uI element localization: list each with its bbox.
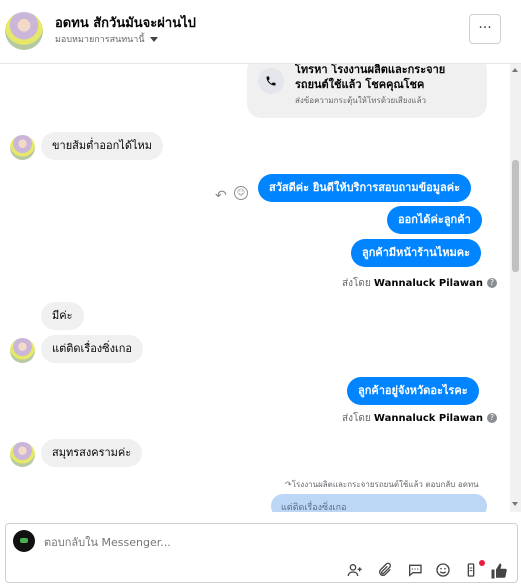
phone-icon xyxy=(258,68,284,94)
thread-scrollbar[interactable] xyxy=(510,64,521,512)
page-avatar xyxy=(13,530,35,552)
reply-context-text: โรงงานผลิตและกระจายรถยนต์ใช้แล้ว ตอบกลับ… xyxy=(291,480,479,489)
incoming-message[interactable]: มีค่ะ xyxy=(41,302,84,330)
sent-by-name: Wannaluck Pilawan xyxy=(373,413,483,424)
sent-by-prefix: ส่งโดย xyxy=(342,413,371,424)
outgoing-message[interactable]: ลูกค้ามีหน้าร้านไหมคะ xyxy=(351,239,482,267)
incoming-message[interactable]: สมุทรสงครามค่ะ xyxy=(41,439,143,467)
contact-avatar[interactable] xyxy=(10,442,35,467)
sent-by-prefix: ส่งโดย xyxy=(342,278,371,289)
outgoing-message[interactable]: ออกได้ค่ะลูกค้า xyxy=(387,206,482,234)
call-card: โทรหา โรงงานผลิตและกระจาย รถยนต์ใช้แล้ว … xyxy=(247,64,487,118)
more-options-button[interactable]: ··· xyxy=(469,14,501,44)
reply-composer xyxy=(5,523,518,583)
add-person-icon[interactable] xyxy=(346,562,364,580)
scroll-up-arrow[interactable] xyxy=(512,68,518,72)
outgoing-message[interactable]: สวัสดีค่ะ ยินดีให้บริการสอบถามข้อมูลค่ะ xyxy=(258,174,471,202)
attach-icon[interactable] xyxy=(376,562,394,580)
emoji-icon[interactable] xyxy=(434,562,452,580)
reply-context-label: ↷โรงงานผลิตและกระจายรถยนต์ใช้แล้ว ตอบกลั… xyxy=(285,480,479,489)
call-card-subtitle: ส่งข้อความกระตุ้นให้โทรด้วยเสียงแล้ว xyxy=(295,96,426,105)
contact-avatar[interactable] xyxy=(5,12,43,50)
sent-by-label: ส่งโดย Wannaluck Pilawan? xyxy=(342,411,497,426)
emoji-icon[interactable]: ☺ xyxy=(234,186,248,200)
contact-avatar[interactable] xyxy=(10,338,35,363)
contact-avatar[interactable] xyxy=(10,135,35,160)
quoted-message[interactable]: แต่ติดเรื่องซิ่งเกอ xyxy=(271,494,487,512)
incoming-message[interactable]: ขายส้มต่ำออกได้ไหม xyxy=(41,132,164,160)
tag-icon[interactable] xyxy=(462,562,480,580)
outgoing-message[interactable]: ลูกค้าอยู่จังหวัดอะไรคะ xyxy=(347,377,479,405)
sent-by-name: Wannaluck Pilawan xyxy=(373,278,483,289)
message-thread[interactable]: โทรหา โรงงานผลิตและกระจาย รถยนต์ใช้แล้ว … xyxy=(0,64,510,512)
incoming-message[interactable]: แต่ติดเรื่องซิ่งเกอ xyxy=(41,335,144,363)
info-icon[interactable]: ? xyxy=(486,278,497,288)
sent-by-label: ส่งโดย Wannaluck Pilawan? xyxy=(342,276,497,291)
reply-input[interactable] xyxy=(44,536,344,549)
scroll-thumb[interactable] xyxy=(512,160,519,272)
call-card-title: โทรหา โรงงานผลิตและกระจาย รถยนต์ใช้แล้ว … xyxy=(295,64,446,91)
saved-reply-icon[interactable] xyxy=(406,562,424,580)
like-icon[interactable] xyxy=(490,562,508,580)
scroll-down-arrow[interactable] xyxy=(512,502,518,506)
contact-name[interactable]: อดทน สักวันมันจะผ่านไป xyxy=(55,12,196,33)
chevron-down-icon xyxy=(149,37,158,42)
assign-label: มอบหมายการสนทนานี้ xyxy=(55,35,145,45)
assign-conversation-dropdown[interactable]: มอบหมายการสนทนานี้ xyxy=(55,32,158,46)
conversation-header: อดทน สักวันมันจะผ่านไป มอบหมายการสนทนานี… xyxy=(0,0,521,64)
reply-icon[interactable]: ↶ xyxy=(215,188,227,204)
info-icon[interactable]: ? xyxy=(486,413,497,423)
notification-dot xyxy=(479,560,485,566)
